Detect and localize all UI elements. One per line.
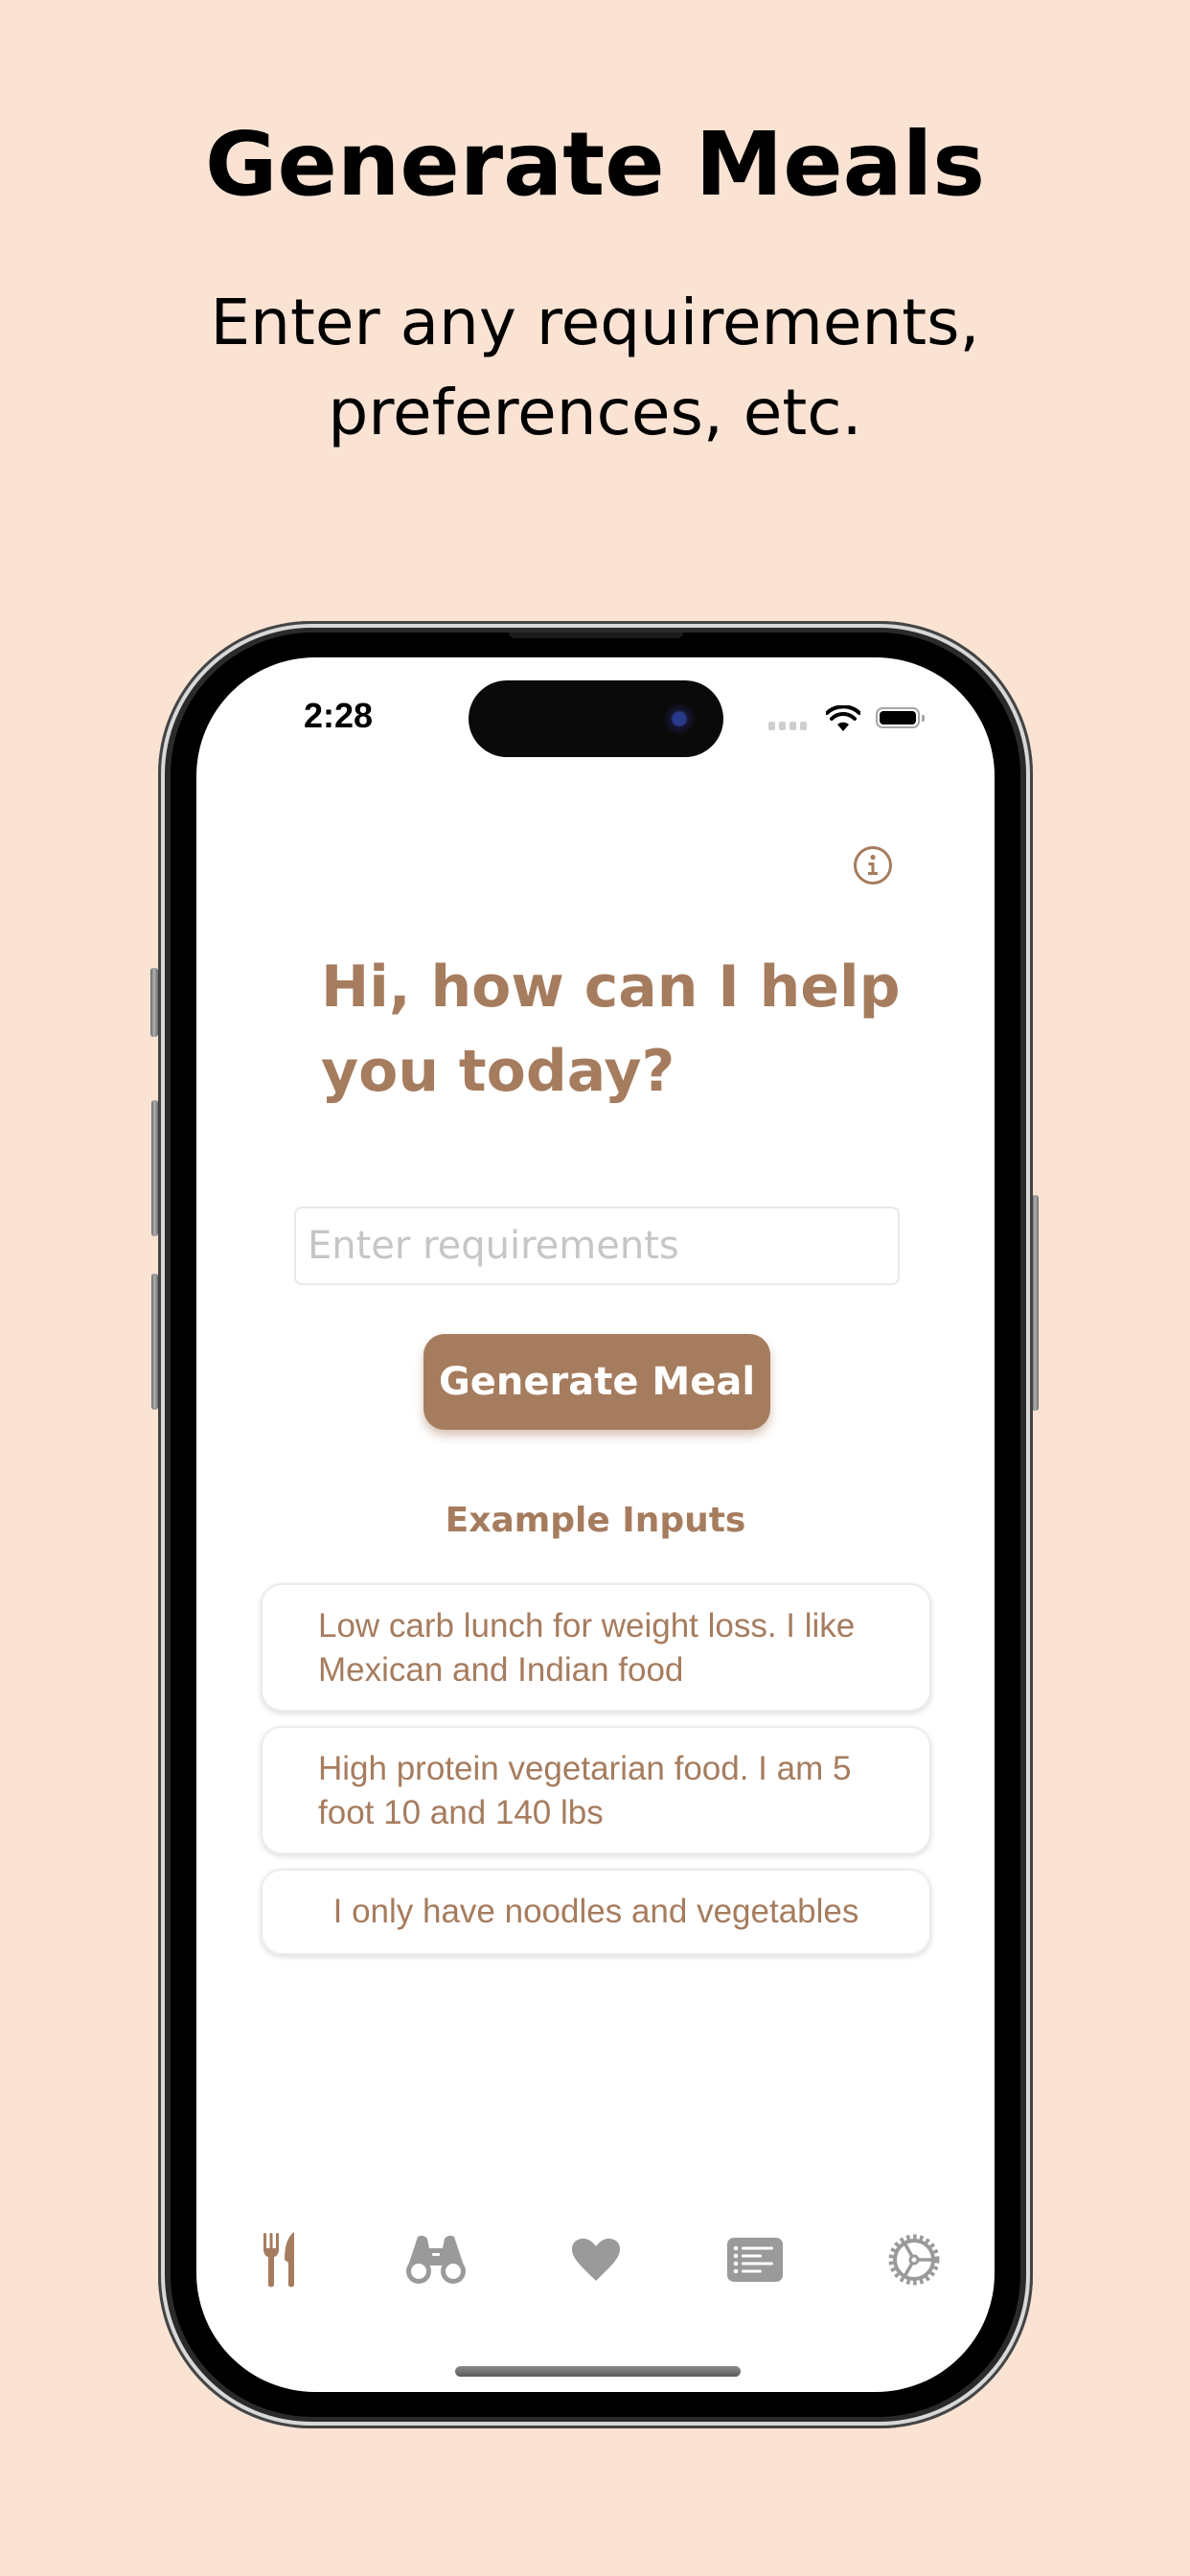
example-inputs-heading: Example Inputs xyxy=(445,1501,746,1540)
greeting-heading: Hi, how can I help you today? xyxy=(321,954,901,1105)
fork-knife-icon xyxy=(263,2232,294,2288)
example-input-card[interactable]: High protein vegetarian food. I am 5 foo… xyxy=(261,1726,931,1854)
settings-gear-icon xyxy=(888,2234,940,2286)
front-camera-icon xyxy=(664,703,695,734)
action-button xyxy=(150,968,158,1037)
tab-generate[interactable] xyxy=(242,2221,319,2298)
promo-subtitle-line-2: preferences, etc. xyxy=(328,376,862,449)
promo-subtitle-line-1: Enter any requirements, xyxy=(210,286,980,359)
promo-title: Generate Meals xyxy=(205,113,985,216)
tab-settings[interactable] xyxy=(876,2221,952,2298)
dynamic-island xyxy=(469,680,723,757)
volume-down-button xyxy=(151,1274,158,1410)
battery-icon xyxy=(876,707,925,728)
tab-favorites[interactable] xyxy=(558,2221,634,2298)
volume-up-button xyxy=(151,1100,158,1236)
promo-subtitle: Enter any requirements, preferences, etc… xyxy=(0,278,1190,458)
tab-list[interactable] xyxy=(717,2221,793,2298)
heart-icon xyxy=(572,2239,620,2281)
example-input-card[interactable]: I only have noodles and vegetables xyxy=(261,1869,931,1955)
info-icon[interactable] xyxy=(853,845,893,886)
tab-explore[interactable] xyxy=(398,2221,474,2298)
wifi-icon xyxy=(826,705,860,731)
speaker-grille xyxy=(509,632,683,638)
power-button xyxy=(1032,1195,1039,1411)
example-input-card[interactable]: Low carb lunch for weight loss. I like M… xyxy=(261,1583,931,1712)
status-time: 2:28 xyxy=(304,696,374,735)
home-indicator[interactable] xyxy=(455,2366,741,2377)
list-icon xyxy=(727,2238,783,2282)
cellular-signal-icon xyxy=(768,722,807,730)
requirements-input[interactable] xyxy=(294,1207,900,1285)
app-screen: 2:28 Hi, how can I help you today? Gener… xyxy=(196,657,995,2392)
generate-meal-button[interactable]: Generate Meal xyxy=(423,1334,770,1430)
binoculars-icon xyxy=(406,2235,466,2284)
